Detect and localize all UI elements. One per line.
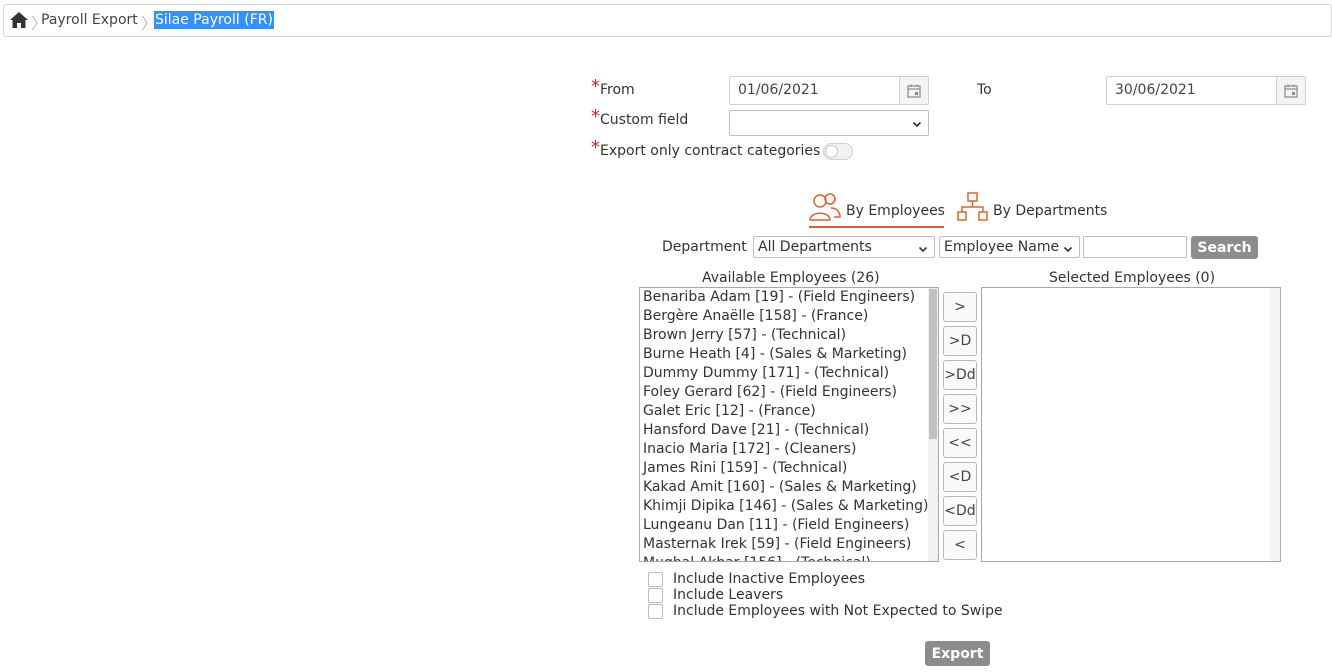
export-contract-label: * Export only contract categories (591, 137, 821, 159)
scrollbar-thumb[interactable] (929, 289, 937, 439)
department-select[interactable]: All Departments (753, 236, 935, 258)
available-employees-title: Available Employees (26) (702, 270, 880, 286)
breadcrumb-payroll-export[interactable]: Payroll Export (41, 12, 138, 28)
required-marker: * (591, 137, 600, 158)
selected-employees-list[interactable] (981, 287, 1281, 562)
move-one-left-button[interactable]: < (943, 530, 977, 560)
list-item[interactable]: Foley Gerard [62] - (Field Engineers) (643, 384, 897, 400)
include-inactive-label: Include Inactive Employees (673, 571, 866, 587)
org-chart-icon (957, 192, 989, 226)
list-item[interactable]: Hansford Dave [21] - (Technical) (643, 422, 869, 438)
custom-field-label: * Custom field (591, 106, 689, 128)
from-date-value: 01/06/2021 (738, 82, 819, 98)
selected-employees-title: Selected Employees (0) (1049, 270, 1216, 286)
to-date-input[interactable]: 30/06/2021 (1106, 76, 1306, 105)
list-item[interactable]: Lungeanu Dan [11] - (Field Engineers) (643, 517, 909, 533)
include-leavers-checkbox[interactable] (648, 588, 663, 603)
list-item[interactable]: Bergère Anaëlle [158] - (France) (643, 308, 868, 324)
export-contract-toggle[interactable] (823, 143, 853, 160)
scrollbar[interactable] (1270, 288, 1280, 561)
calendar-icon[interactable] (1276, 77, 1305, 104)
breadcrumb-current: Silae Payroll (FR) (154, 11, 274, 29)
chevron-down-icon (1063, 242, 1073, 258)
move-department-right-button[interactable]: >D (943, 326, 977, 356)
chevron-down-icon (918, 242, 928, 258)
include-not-expected-swipe-checkbox[interactable] (648, 604, 663, 619)
include-inactive-checkbox[interactable] (648, 572, 663, 587)
custom-field-select[interactable] (729, 110, 929, 136)
chevron-down-icon (912, 117, 922, 133)
include-not-expected-swipe-label: Include Employees with Not Expected to S… (673, 603, 1003, 619)
tab-by-departments[interactable]: By Departments (957, 192, 1112, 228)
include-leavers-label: Include Leavers (673, 587, 784, 603)
list-item[interactable]: Kakad Amit [160] - (Sales & Marketing) (643, 479, 917, 495)
search-field-select[interactable]: Employee Name (939, 236, 1080, 258)
list-item[interactable]: Benariba Adam [19] - (Field Engineers) (643, 289, 915, 305)
required-marker: * (591, 106, 600, 127)
move-department-descendants-left-button[interactable]: <Dd (943, 496, 977, 526)
department-select-value: All Departments (758, 239, 872, 255)
scrollbar[interactable] (928, 288, 938, 561)
tab-by-employees-label: By Employees (846, 203, 945, 219)
list-item[interactable]: James Rini [159] - (Technical) (643, 460, 847, 476)
move-department-left-button[interactable]: <D (943, 462, 977, 492)
toggle-knob (825, 145, 838, 158)
calendar-icon[interactable] (899, 77, 928, 104)
list-item[interactable]: Masternak Irek [59] - (Field Engineers) (643, 536, 911, 552)
list-item[interactable]: Inacio Maria [172] - (Cleaners) (643, 441, 856, 457)
move-one-right-button[interactable]: > (943, 292, 977, 322)
move-department-descendants-right-button[interactable]: >Dd (943, 360, 977, 390)
tab-by-departments-label: By Departments (993, 203, 1108, 219)
from-date-input[interactable]: 01/06/2021 (729, 76, 929, 105)
department-label: Department (662, 239, 747, 255)
to-date-value: 30/06/2021 (1115, 82, 1196, 98)
list-item[interactable]: Brown Jerry [57] - (Technical) (643, 327, 846, 343)
users-icon (809, 192, 841, 226)
to-label: To (977, 82, 992, 98)
breadcrumb: 〉 Payroll Export 〉 Silae Payroll (FR) (3, 4, 1332, 37)
tab-by-employees[interactable]: By Employees (809, 192, 945, 228)
home-icon[interactable] (9, 11, 29, 29)
search-button[interactable]: Search (1191, 236, 1258, 259)
required-marker: * (591, 76, 600, 97)
available-employees-list[interactable]: Benariba Adam [19] - (Field Engineers) Be… (639, 287, 939, 562)
list-item[interactable]: Mughal Akbar [156] - (Technical) (643, 555, 871, 561)
search-input[interactable] (1083, 236, 1187, 258)
list-item[interactable]: Galet Eric [12] - (France) (643, 403, 816, 419)
list-item[interactable]: Dummy Dummy [171] - (Technical) (643, 365, 889, 381)
move-all-left-button[interactable]: << (943, 428, 977, 458)
list-item[interactable]: Khimji Dipika [146] - (Sales & Marketing… (643, 498, 929, 514)
list-item[interactable]: Burne Heath [4] - (Sales & Marketing) (643, 346, 907, 362)
from-label: * From (591, 76, 635, 98)
export-button[interactable]: Export (925, 641, 990, 666)
move-all-right-button[interactable]: >> (943, 394, 977, 424)
search-field-value: Employee Name (944, 239, 1060, 255)
